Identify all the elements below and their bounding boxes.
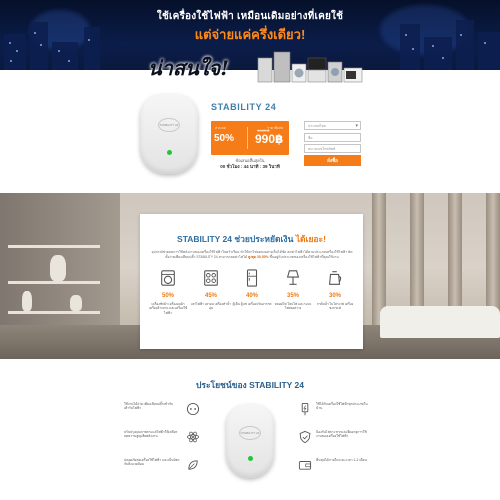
savings-title-highlight: ได้เยอะ! [295, 234, 326, 244]
benefit-item: ป้องกันไฟกระชากและยืดอายุการใช้งานของเคร… [298, 430, 368, 444]
benefit-text: คืนทุนได้ภายในระยะเวลา 1-2 เดือน [316, 458, 367, 462]
benefit-text: ใช้งานได้ง่าย เพียงเสียบปลั๊กเข้ากับเต้า… [124, 402, 174, 411]
washer-door [294, 68, 304, 78]
benefit-item: ปรับปรุงคุณภาพกระแสไฟฟ้าให้เสถียร ลดความ… [124, 430, 199, 443]
savings-item: 35% หลอดไฟ โคมไฟ และระบบไฟส่องสว่าง [273, 269, 313, 311]
savings-item: 40% ตู้เย็น ตู้แช่ เครื่องปรับอากาศ [232, 269, 272, 306]
savings-title-main: STABILITY 24 ช่วยประหยัดเงิน [177, 234, 294, 244]
country-select[interactable]: ประเทศไทย [304, 121, 361, 130]
decor-vase [22, 291, 32, 311]
savings-text: เครื่องซักผ้า เครื่องอบผ้า เครื่องล้างจา… [148, 302, 188, 315]
savings-item: 50% เครื่องซักผ้า เครื่องอบผ้า เครื่องล้… [148, 269, 188, 315]
stove-icon [204, 270, 218, 286]
hero-banner: ใช้เครื่องใช้ไฟฟ้า เหมือนเดิมอย่างที่เคย… [0, 0, 500, 82]
dryer-door [331, 68, 339, 76]
savings-percent: 35% [286, 293, 299, 299]
hero-subheadline: แต่จ่ายแค่ครึ่งเดียว! [194, 27, 306, 42]
discount-percent: 50% [214, 133, 235, 144]
savings-card: STABILITY 24 ช่วยประหยัดเงิน ได้เยอะ! อุ… [140, 214, 363, 349]
wallet-icon [298, 461, 312, 470]
savings-desc-suffix: ขึ้นอยู่กับประเภทของเครื่องใช้ไฟฟ้าที่คุ… [269, 255, 339, 259]
tv-appliance [307, 57, 327, 71]
benefit-text: ปลอดภัยต่อเครื่องใช้ไฟฟ้า และเป็นมิตรกับ… [124, 458, 180, 467]
savings-text: เตาไฟฟ้า เตาอบ เครื่องทำน้ำอุ่น [191, 302, 231, 311]
benefits-title: ประโยชน์ของ STABILITY 24 [195, 380, 305, 390]
benefit-item: ปลอดภัยต่อเครื่องใช้ไฟฟ้า และเป็นมิตรกับ… [124, 458, 198, 470]
oven-appliance [307, 69, 327, 83]
name-input[interactable]: ชื่อ [304, 133, 361, 142]
discount-label: ส่วนลด [215, 126, 226, 130]
hero-bottom-strip [0, 70, 500, 82]
appliances-illustration [257, 51, 363, 83]
savings-text: ตู้เย็น ตู้แช่ เครื่องปรับอากาศ [232, 302, 272, 306]
washing-machine-icon [161, 270, 175, 286]
wall-shelf [8, 245, 100, 248]
product-device-image: STABILITY 24 [140, 94, 198, 174]
leaf-icon [188, 460, 198, 470]
benefit-item: ใช้งานได้ง่าย เพียงเสียบปลั๊กเข้ากับเต้า… [124, 402, 200, 416]
savings-text: กาต้มน้ำ ไมโครเวฟ เครื่องชงกาแฟ [316, 302, 354, 311]
lamp-icon [286, 270, 300, 285]
hero-headline: ใช้เครื่องใช้ไฟฟ้า เหมือนเดิมอย่างที่เคย… [156, 11, 344, 22]
hero-slogan: น่าสนใจ! [148, 56, 230, 80]
sofa [380, 306, 500, 338]
savings-title: STABILITY 24 ช่วยประหยัดเงิน ได้เยอะ! [140, 232, 363, 246]
benefit-text: ป้องกันไฟกระชากและยืดอายุการใช้งานของเคร… [316, 430, 367, 439]
order-button[interactable]: สั่งซื้อ [304, 155, 361, 166]
decor-vase [50, 255, 66, 281]
benefit-item: คืนทุนได้ภายในระยะเวลา 1-2 เดือน [298, 458, 368, 470]
benefit-text: ใช้ได้กับเครื่องใช้ไฟฟ้าทุกประเภทในบ้าน [316, 402, 368, 411]
savings-item: 30% กาต้มน้ำ ไมโครเวฟ เครื่องชงกาแฟ [315, 269, 355, 311]
savings-percent: 45% [204, 293, 217, 299]
device-led [166, 150, 172, 155]
product-device-image: STABILITY 24 [226, 404, 274, 478]
fridge-appliance [257, 57, 273, 83]
atom-icon [187, 431, 199, 443]
product-title: STABILITY 24 [211, 102, 277, 112]
device-logo: STABILITY 24 [239, 426, 261, 440]
savings-percent: 50% [161, 293, 174, 299]
new-price: 990฿ [255, 132, 284, 146]
tall-fridge-appliance [273, 51, 291, 83]
benefit-item: ใช้ได้กับเครื่องใช้ไฟฟ้าทุกประเภทในบ้าน [298, 402, 368, 416]
microwave-window [346, 71, 356, 79]
shield-icon [299, 430, 311, 444]
fridge-icon [246, 269, 258, 287]
decor-vase [70, 295, 82, 311]
price-divider [247, 127, 248, 149]
device-led [247, 456, 253, 461]
socket-icon [186, 402, 200, 416]
savings-percent: 30% [328, 293, 341, 299]
countdown-timer: 00 ชั่วโมง : 44 นาที : 39 วินาที [220, 164, 280, 169]
wall-shelf [8, 281, 100, 284]
savings-text: หลอดไฟ โคมไฟ และระบบไฟส่องสว่าง [274, 302, 312, 311]
savings-description: อุปกรณ์ช่วยลดการใช้พลังงานของเครื่องใช้ไ… [150, 250, 354, 260]
benefit-text: ปรับปรุงคุณภาพกระแสไฟฟ้าให้เสถียร ลดความ… [124, 430, 178, 439]
plug-icon [301, 402, 309, 416]
savings-desc-highlight: สูงสุด 30-50% [248, 255, 269, 259]
price-box: ส่วนลด ราคาพิเศษ 1980 ฿ 50% 990฿ [211, 121, 289, 155]
savings-item: 45% เตาไฟฟ้า เตาอบ เครื่องทำน้ำอุ่น [191, 269, 231, 311]
phone-input[interactable]: หมายเลขโทรศัพท์ [304, 144, 361, 153]
savings-percent: 40% [245, 293, 258, 299]
wall-shelf [8, 311, 100, 314]
device-logo: STABILITY 24 [158, 118, 180, 132]
kettle-icon [329, 271, 342, 285]
